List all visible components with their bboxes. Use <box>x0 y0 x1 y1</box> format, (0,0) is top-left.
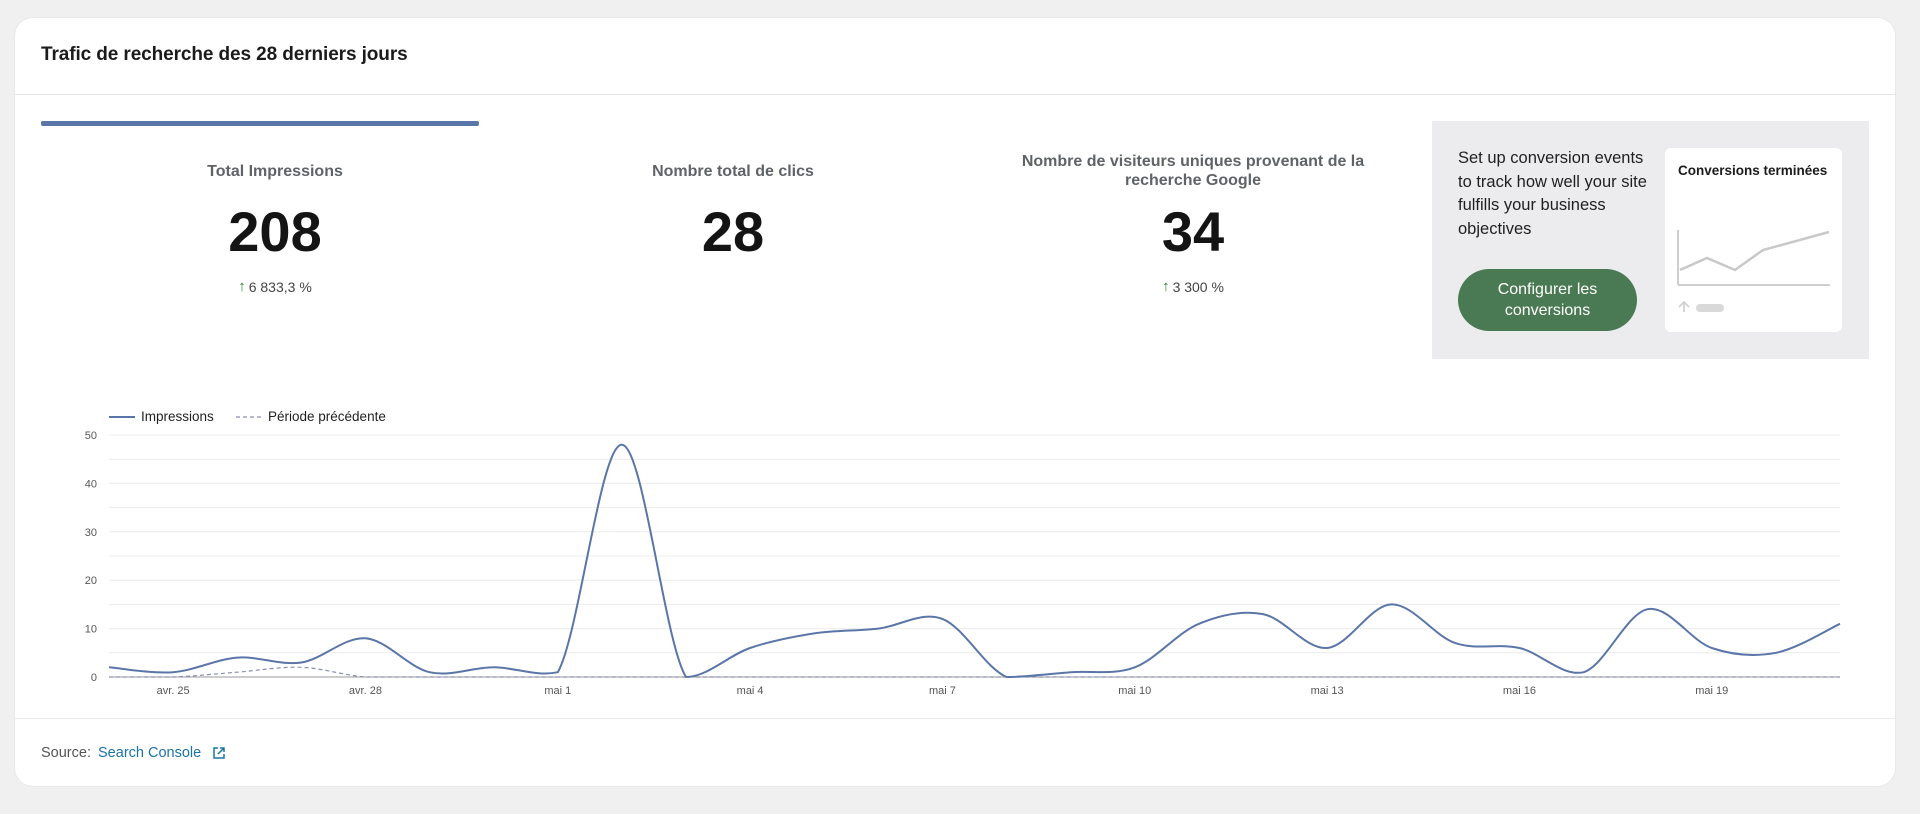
metric-impressions[interactable]: Total Impressions 208 ↑ 6 833,3 % <box>65 152 485 296</box>
metric-change: ↑ 3 300 % <box>983 278 1403 295</box>
metric-value: 34 <box>1161 200 1225 263</box>
x-tick-label: avr. 28 <box>349 685 382 697</box>
y-tick-label: 0 <box>91 672 97 684</box>
metric-label: Nombre de visiteurs uniques provenant de… <box>1021 153 1365 189</box>
y-tick-label: 50 <box>85 430 97 442</box>
x-tick-label: mai 19 <box>1695 685 1728 697</box>
legend-label: Impressions <box>141 409 214 424</box>
conversions-preview-card: Conversions terminées <box>1665 148 1842 332</box>
configure-conversions-button[interactable]: Configurer les conversions <box>1458 269 1637 331</box>
x-tick-label: mai 4 <box>737 685 764 697</box>
source-text: Source: Search Console <box>41 745 226 761</box>
arrow-up-icon: ↑ <box>1162 278 1170 295</box>
card-header: Trafic de recherche des 28 derniers jour… <box>15 18 1895 95</box>
arrow-up-icon <box>1678 300 1690 312</box>
x-tick-label: mai 10 <box>1118 685 1151 697</box>
selected-metric-indicator <box>41 121 479 126</box>
metric-change: ↑ 6 833,3 % <box>65 278 485 295</box>
placeholder-bar <box>1696 304 1724 312</box>
external-link-icon[interactable] <box>212 746 226 760</box>
series-line-impressions <box>108 443 1841 679</box>
metric-label: Nombre total de clics <box>652 162 814 180</box>
conversion-setup-panel: Set up conversion events to track how we… <box>1432 121 1869 359</box>
y-tick-label: 10 <box>85 624 97 636</box>
line-chart-svg: 0 10 20 30 40 50 avr. 25 avr. 28 mai 1 mai 4 mai 7… <box>85 409 1841 697</box>
y-tick-label: 40 <box>85 478 97 490</box>
source-label: Source: <box>41 745 91 761</box>
impressions-chart: 0 10 20 30 40 50 avr. 25 avr. 28 mai 1 mai 4 mai 7… <box>15 388 1895 718</box>
card-footer: Source: Search Console <box>15 718 1895 787</box>
x-tick-label: mai 7 <box>929 685 956 697</box>
metric-change-value: 3 300 % <box>1172 278 1224 295</box>
search-traffic-card: Trafic de recherche des 28 derniers jour… <box>15 18 1895 786</box>
card-title: Trafic de recherche des 28 derniers jour… <box>41 44 408 65</box>
x-tick-label: mai 1 <box>544 685 571 697</box>
metric-value: 208 <box>228 200 322 263</box>
x-tick-label: mai 16 <box>1503 685 1536 697</box>
legend-label: Période précédente <box>268 409 386 424</box>
metric-value: 28 <box>701 200 765 263</box>
metric-unique-visitors[interactable]: Nombre de visiteurs uniques provenant de… <box>983 152 1403 295</box>
conversions-preview-chart <box>1677 230 1830 312</box>
conversion-description: Set up conversion events to track how we… <box>1458 149 1647 238</box>
y-tick-label: 20 <box>85 575 97 587</box>
x-tick-label: avr. 25 <box>157 685 190 697</box>
y-tick-label: 30 <box>85 527 97 539</box>
arrow-up-icon: ↑ <box>238 278 246 295</box>
x-tick-label: mai 13 <box>1311 685 1344 697</box>
search-console-link[interactable]: Search Console <box>98 745 201 761</box>
metric-change-value: 6 833,3 % <box>248 278 312 295</box>
metric-clicks[interactable]: Nombre total de clics 28 <box>523 152 943 262</box>
metric-label: Total Impressions <box>207 162 343 180</box>
